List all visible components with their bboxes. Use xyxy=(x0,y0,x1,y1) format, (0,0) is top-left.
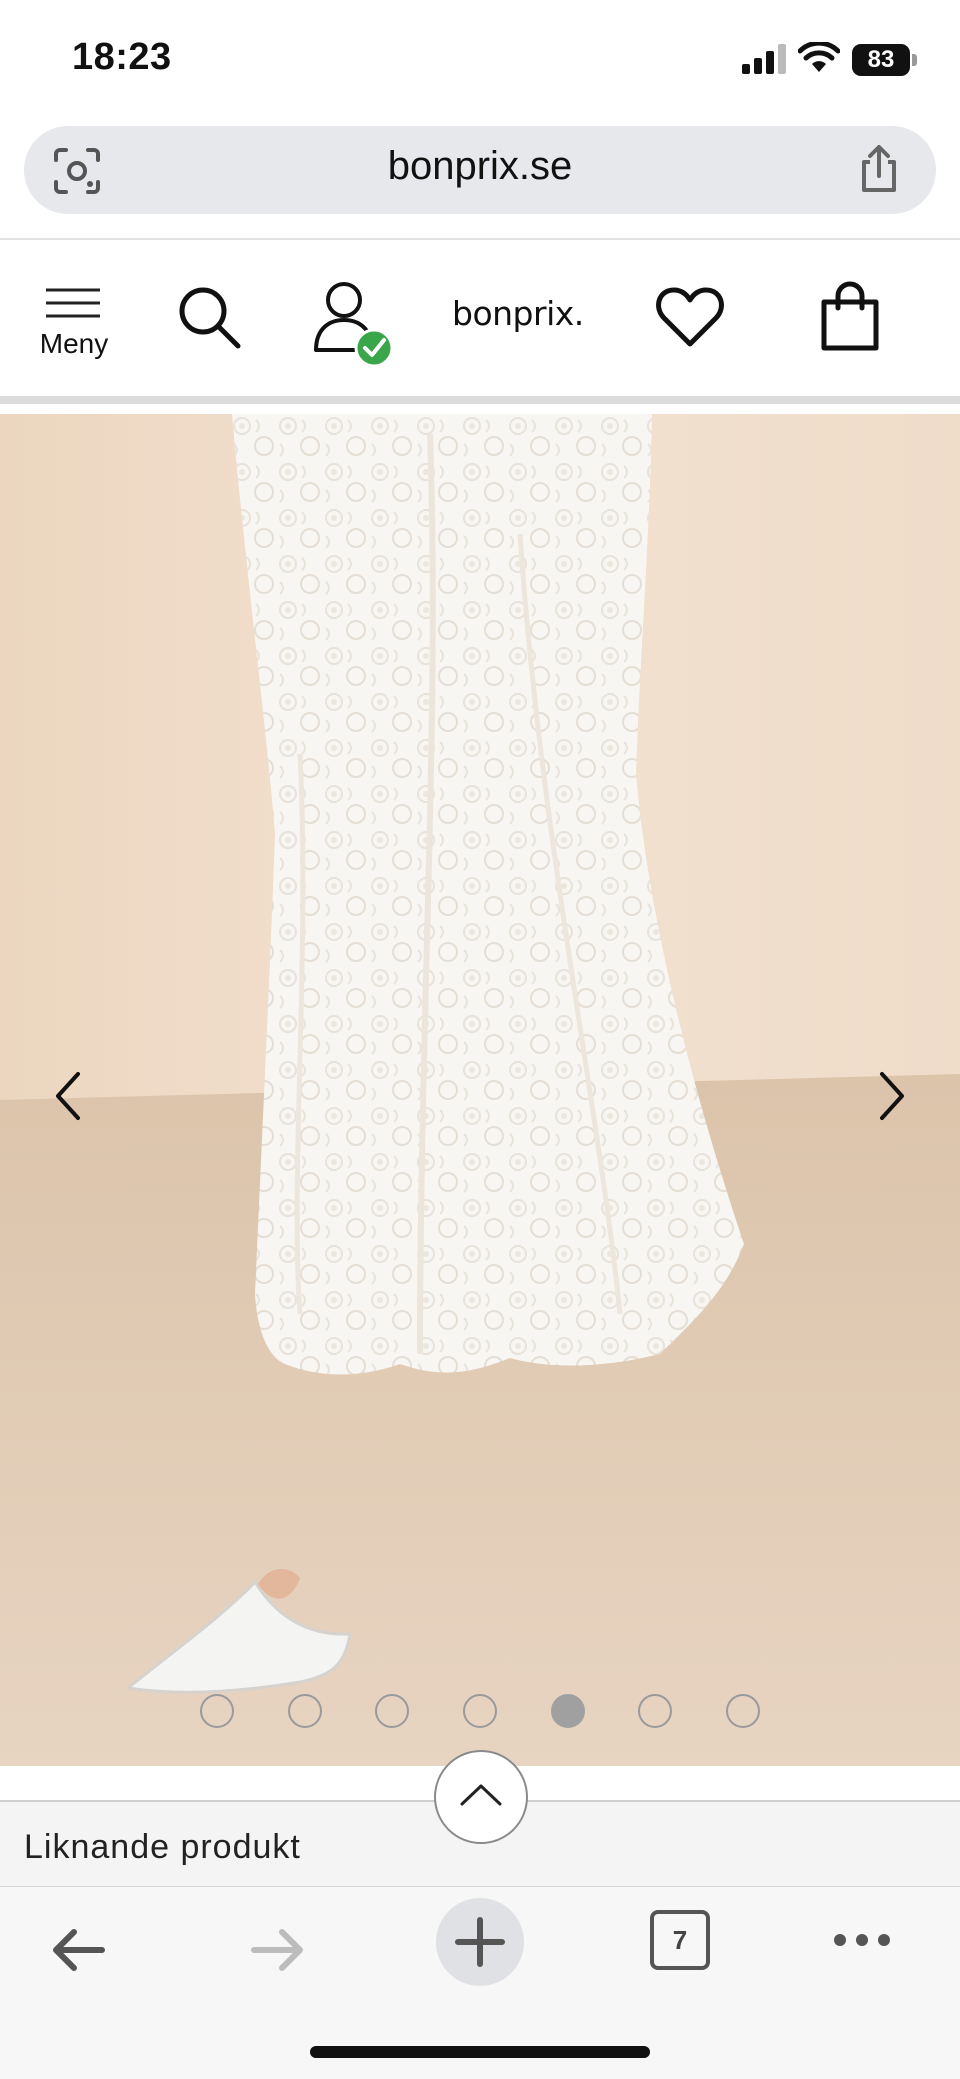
gallery-dots xyxy=(200,1694,760,1732)
home-indicator[interactable] xyxy=(310,2046,650,2058)
chevron-up-icon xyxy=(460,1784,502,1806)
url-text[interactable]: bonprix.se xyxy=(0,144,960,189)
similar-products-label[interactable]: Liknande produkt xyxy=(24,1828,301,1867)
status-time: 18:23 xyxy=(72,36,172,78)
bonprix-logo[interactable]: bonprix. xyxy=(452,294,584,333)
verified-check-icon xyxy=(354,328,394,368)
gallery-dot[interactable] xyxy=(287,1694,322,1728)
scroll-to-top-button[interactable] xyxy=(434,1750,528,1844)
new-tab-button[interactable] xyxy=(436,1898,524,1986)
hamburger-icon[interactable] xyxy=(44,286,102,320)
chevron-left-icon[interactable] xyxy=(48,1066,88,1126)
bag-icon[interactable] xyxy=(818,280,882,352)
gallery-dot[interactable] xyxy=(725,1694,760,1728)
signal-icon xyxy=(742,44,786,74)
heart-icon[interactable] xyxy=(656,284,724,350)
wifi-icon xyxy=(798,42,840,72)
chevron-right-icon[interactable] xyxy=(872,1066,912,1126)
toolbar-divider xyxy=(0,238,960,240)
gallery-dot[interactable] xyxy=(375,1694,410,1728)
account-icon[interactable] xyxy=(312,278,396,368)
battery-icon: 83 xyxy=(852,44,918,76)
gallery-dot-active[interactable] xyxy=(550,1694,585,1728)
arrow-left-icon[interactable] xyxy=(46,1918,110,1982)
plus-icon xyxy=(455,1917,505,1967)
product-photo xyxy=(0,414,960,1766)
tabs-button[interactable]: 7 xyxy=(650,1910,710,1970)
gallery-dot[interactable] xyxy=(462,1694,497,1728)
battery-level: 83 xyxy=(852,44,910,76)
more-icon[interactable] xyxy=(832,1928,892,1952)
product-image[interactable] xyxy=(0,414,960,1766)
search-icon[interactable] xyxy=(176,284,242,350)
share-icon[interactable] xyxy=(852,142,906,196)
menu-label[interactable]: Meny xyxy=(36,328,112,360)
gallery-dot[interactable] xyxy=(638,1694,673,1728)
arrow-right-icon[interactable] xyxy=(246,1918,310,1982)
header-rule xyxy=(0,396,960,404)
gallery-dot[interactable] xyxy=(200,1694,234,1728)
